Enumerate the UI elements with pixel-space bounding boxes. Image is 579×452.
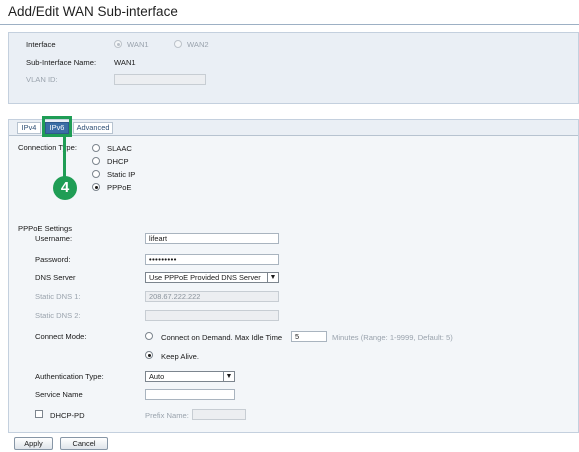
static-dns2-label: Static DNS 2: [35,311,81,320]
static-dns1-label: Static DNS 1: [35,292,81,301]
max-idle-time-hint: Minutes (Range: 1-9999, Default: 5) [332,333,453,342]
connect-mode-label: Connect Mode: [35,332,87,341]
static-ip-radio[interactable] [92,170,100,178]
dns-server-value: Use PPPoE Provided DNS Server [149,273,261,282]
service-name-label: Service Name [35,390,83,399]
interface-wan2-label: WAN2 [187,40,209,49]
pppoe-settings-heading: PPPoE Settings [18,224,73,233]
sub-interface-value: WAN1 [114,58,136,67]
authentication-type-select[interactable]: Auto ▼ [145,371,235,382]
prefix-name-label: Prefix Name: [145,411,189,420]
interface-wan1-label: WAN1 [127,40,149,49]
interface-wan1-radio[interactable] [114,40,122,48]
keep-alive-label: Keep Alive. [161,352,199,361]
dhcp-pd-label: DHCP-PD [50,411,85,420]
pppoe-radio[interactable] [92,183,100,191]
sub-interface-label: Sub-Interface Name: [26,58,97,67]
prefix-name-input[interactable] [192,409,246,420]
interface-panel: Interface WAN1 WAN2 Sub-Interface Name: … [8,32,579,104]
static-dns1-input[interactable]: 208.67.222.222 [145,291,279,302]
ipv6-tab-highlight [42,116,72,137]
connection-type-label: Connection Type: [18,143,77,152]
interface-label: Interface [26,40,56,49]
chevron-down-icon: ▼ [267,273,278,282]
username-input[interactable]: lifeart [145,233,279,244]
keep-alive-radio[interactable] [145,351,153,359]
authentication-type-label: Authentication Type: [35,372,104,381]
dhcp-label: DHCP [107,157,129,166]
dns-server-label: DNS Server [35,273,76,282]
max-idle-time-input[interactable]: 5 [291,331,327,342]
vlan-id-input[interactable] [114,74,206,85]
password-input[interactable]: ••••••••• [145,254,279,265]
apply-button[interactable]: Apply [14,437,53,450]
slaac-radio[interactable] [92,144,100,152]
vlan-id-label: VLAN ID: [26,75,58,84]
pppoe-label: PPPoE [107,183,132,192]
password-label: Password: [35,255,71,264]
cancel-button[interactable]: Cancel [60,437,108,450]
step-number-badge: 4 [53,176,77,200]
interface-wan2-radio[interactable] [174,40,182,48]
username-label: Username: [35,234,73,243]
page-title: Add/Edit WAN Sub-interface [8,4,178,19]
tab-ipv4[interactable]: IPv4 [17,122,41,134]
chevron-down-icon: ▼ [223,372,234,381]
title-divider [0,24,579,25]
dns-server-select[interactable]: Use PPPoE Provided DNS Server ▼ [145,272,279,283]
slaac-label: SLAAC [107,144,132,153]
dhcp-radio[interactable] [92,157,100,165]
authentication-type-value: Auto [149,372,165,381]
static-dns2-input[interactable] [145,310,279,321]
callout-connector [63,136,66,178]
service-name-input[interactable] [145,389,235,400]
connect-on-demand-label: Connect on Demand. Max Idle Time [161,333,283,342]
static-ip-label: Static IP [107,170,136,179]
settings-panel: IPv4 IPv6 Advanced Connection Type: SLAA… [8,119,579,433]
tab-advanced[interactable]: Advanced [73,122,113,134]
dhcp-pd-checkbox[interactable] [35,410,43,418]
connect-on-demand-radio[interactable] [145,332,153,340]
